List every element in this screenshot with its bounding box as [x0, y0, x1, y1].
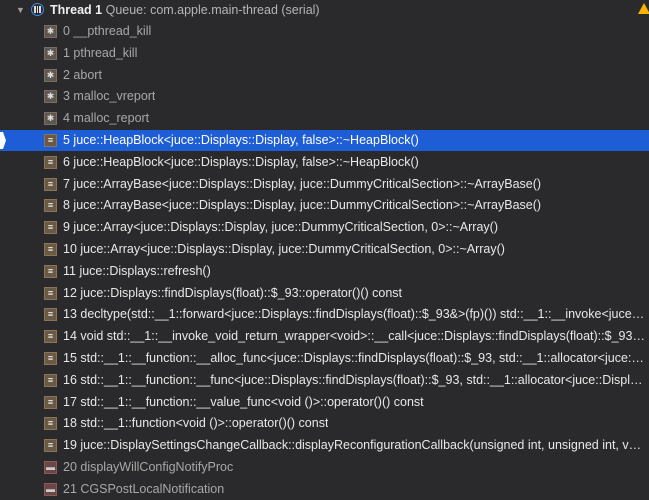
thread-queue: Queue: com.apple.main-thread (serial)	[105, 3, 320, 17]
stack-frame-row[interactable]: ≡ 14 void std::__1::__invoke_void_return_…	[0, 326, 649, 347]
stack-frame-row[interactable]: ≡ 7 juce::ArrayBase<juce::Displays::Displ…	[0, 174, 649, 195]
frame-label: 3 malloc_vreport	[63, 89, 156, 104]
user-code-frame-icon: ≡	[44, 177, 57, 191]
frame-label: 17 std::__1::__function::__value_func<vo…	[63, 394, 424, 409]
frame-label: 6 juce::HeapBlock<juce::Displays::Displa…	[63, 154, 419, 169]
user-code-frame-icon: ≡	[44, 352, 57, 365]
system-frame-icon: ✱	[44, 25, 57, 38]
stack-frame-row[interactable]: ✱ 3 malloc_vreport	[0, 86, 649, 107]
stack-frame-row[interactable]: ≡ 9 juce::Array<juce::Displays::Display, …	[0, 217, 649, 238]
user-code-frame-icon: ≡	[44, 264, 57, 278]
thread-row[interactable]: ▼ Thread 1 Queue: com.apple.main-thread …	[0, 0, 649, 21]
stack-frame-row[interactable]: ✱ 0 __pthread_kill	[0, 21, 649, 42]
stack-frame-row[interactable]: ≡ 13 decltype(std::__1::forward<juce::Dis…	[0, 304, 649, 325]
stack-frame-row[interactable]: ✱ 1 pthread_kill	[0, 43, 649, 64]
frame-label: 21 CGSPostLocalNotification	[63, 481, 225, 496]
user-code-frame-icon: ≡	[44, 373, 57, 387]
frame-label: 0 __pthread_kill	[63, 24, 152, 38]
user-code-frame-icon: ≡	[44, 199, 57, 213]
thread-name: Thread 1	[50, 3, 103, 17]
user-code-frame-icon: ≡	[44, 286, 57, 300]
user-code-frame-icon: ≡	[44, 221, 57, 235]
stack-frame-row[interactable]: ≡ 16 std::__1::__function::__func<juce::D…	[0, 370, 649, 391]
stack-frame-row[interactable]: ≡ 8 juce::ArrayBase<juce::Displays::Displ…	[0, 195, 649, 216]
stack-frame-row[interactable]: ≡ 12 juce::Displays::findDisplays(float):…	[0, 283, 649, 304]
user-code-frame-icon: ≡	[44, 439, 57, 453]
stack-frame-row[interactable]: ≡ 10 juce::Array<juce::Displays::Display,…	[0, 239, 649, 260]
stack-frame-row[interactable]: ≡ 17 std::__1::__function::__value_func<v…	[0, 392, 649, 413]
system-frame-icon: ✱	[44, 112, 57, 126]
stack-frame-row[interactable]: ≡ 11 juce::Displays::refresh()	[0, 261, 649, 282]
stack-frame-row[interactable]: ▬ 21 CGSPostLocalNotification	[0, 479, 649, 500]
frame-label: 7 juce::ArrayBase<juce::Displays::Displa…	[63, 176, 542, 191]
user-code-frame-icon: ≡	[44, 243, 57, 256]
warning-icon[interactable]	[638, 3, 649, 14]
stack-frame-row[interactable]: ✱ 4 malloc_report	[0, 108, 649, 129]
user-code-frame-icon: ≡	[44, 308, 57, 322]
system-frame-icon: ✱	[44, 68, 57, 82]
stack-frame-row[interactable]: ✱ 2 abort	[0, 65, 649, 86]
frame-label: 14 void std::__1::__invoke_void_return_w…	[63, 329, 645, 344]
frame-label: 18 std::__1::function<void ()>::operator…	[63, 416, 329, 431]
thread-icon	[31, 3, 44, 16]
user-code-frame-icon: ≡	[44, 330, 57, 344]
frame-label: 2 abort	[63, 67, 102, 82]
user-code-frame-icon: ≡	[44, 417, 57, 431]
frame-label: 12 juce::Displays::findDisplays(float)::…	[63, 285, 403, 300]
disclosure-triangle-icon[interactable]: ▼	[16, 5, 25, 15]
frame-label: 9 juce::Array<juce::Displays::Display, j…	[63, 220, 498, 235]
stack-frame-row[interactable]: ▬ 20 displayWillConfigNotifyProc	[0, 457, 649, 478]
current-frame-marker-icon	[0, 132, 6, 149]
user-code-frame-icon: ≡	[44, 155, 57, 169]
system-frame-icon: ▬	[44, 461, 57, 474]
frame-label: 10 juce::Array<juce::Displays::Display, …	[63, 242, 505, 256]
stack-frame-row[interactable]: ≡ 19 juce::DisplaySettingsChangeCallback:…	[0, 435, 649, 456]
frame-label: 20 displayWillConfigNotifyProc	[63, 460, 234, 474]
stack-frame-row[interactable]: ≡ 18 std::__1::function<void ()>::operato…	[0, 413, 649, 434]
frame-label: 13 decltype(std::__1::forward<juce::Disp…	[63, 307, 645, 322]
frame-label: 4 malloc_report	[63, 111, 150, 126]
frame-label: 11 juce::Displays::refresh()	[63, 263, 211, 278]
system-frame-icon: ✱	[44, 46, 57, 60]
stack-frame-row[interactable]: ≡ 6 juce::HeapBlock<juce::Displays::Displ…	[0, 152, 649, 173]
stack-frame-row[interactable]: ≡ 5 juce::HeapBlock<juce::Displays::Displ…	[0, 130, 649, 151]
frame-label: 1 pthread_kill	[63, 45, 138, 60]
frame-label: 19 juce::DisplaySettingsChangeCallback::…	[63, 438, 645, 453]
system-frame-icon: ▬	[44, 482, 57, 496]
system-frame-icon: ✱	[44, 90, 57, 104]
user-code-frame-icon: ≡	[44, 134, 57, 147]
user-code-frame-icon: ≡	[44, 395, 57, 409]
stack-frame-row[interactable]: ≡ 15 std::__1::__function::__alloc_func<j…	[0, 348, 649, 369]
frame-label: 16 std::__1::__function::__func<juce::Di…	[63, 372, 645, 387]
frame-label: 8 juce::ArrayBase<juce::Displays::Displa…	[63, 198, 542, 213]
frame-label: 5 juce::HeapBlock<juce::Displays::Displa…	[63, 133, 419, 147]
frame-label: 15 std::__1::__function::__alloc_func<ju…	[63, 351, 645, 365]
